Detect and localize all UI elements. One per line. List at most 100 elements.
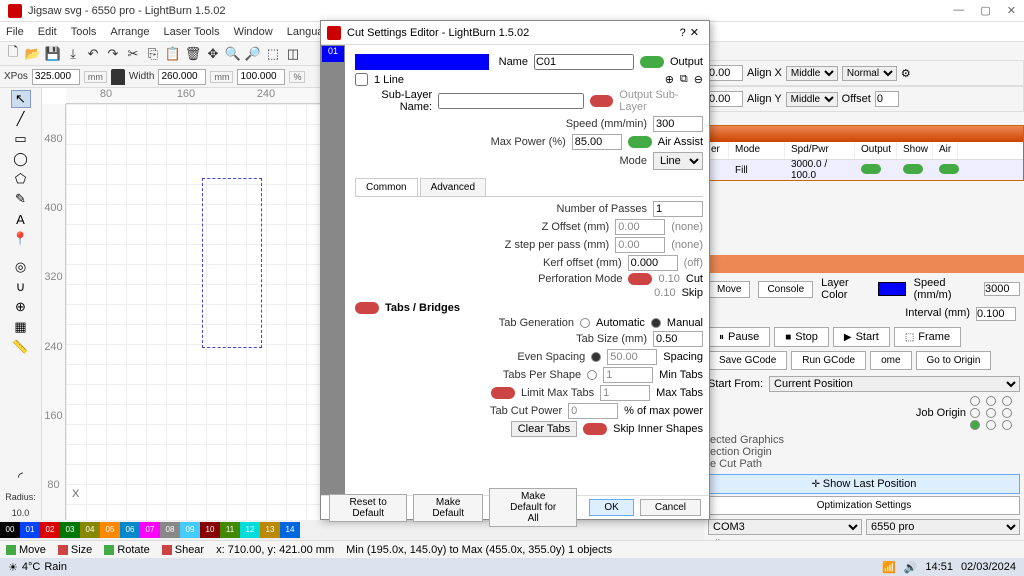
tabs-bridges-toggle[interactable] bbox=[355, 302, 379, 314]
swatch-06[interactable]: 06 bbox=[120, 522, 140, 538]
maximize-icon[interactable]: ▢ bbox=[980, 4, 990, 17]
reset-default-button[interactable]: Reset to Default bbox=[329, 494, 407, 522]
select-tool[interactable]: ↖ bbox=[11, 90, 31, 108]
output-toggle[interactable] bbox=[861, 164, 881, 174]
swatch-08[interactable]: 08 bbox=[160, 522, 180, 538]
edit-nodes-tool[interactable]: ✎ bbox=[11, 190, 31, 208]
start-from-select[interactable]: Current Position bbox=[769, 376, 1020, 392]
paste-icon[interactable]: 📋 bbox=[164, 45, 182, 63]
pct1-input[interactable] bbox=[237, 69, 285, 85]
copy-icon[interactable]: ⎘ bbox=[144, 45, 162, 63]
make-default-button[interactable]: Make Default bbox=[413, 494, 483, 522]
save-gcode-button[interactable]: Save GCode bbox=[708, 351, 787, 370]
auto-radio[interactable] bbox=[580, 318, 590, 328]
swatch-04[interactable]: 04 bbox=[80, 522, 100, 538]
selected-shape[interactable] bbox=[202, 178, 262, 348]
cut-icon[interactable]: ✂ bbox=[124, 45, 142, 63]
layer-selector[interactable]: 01 bbox=[322, 46, 344, 62]
duplicate-icon[interactable]: ⧉ bbox=[680, 73, 688, 86]
perforation-toggle[interactable] bbox=[628, 273, 652, 285]
gear-icon[interactable]: ⚙ bbox=[901, 67, 911, 80]
offset-tool[interactable]: ◎ bbox=[11, 258, 31, 276]
sublayer-input[interactable] bbox=[438, 93, 584, 109]
ok-button[interactable]: OK bbox=[589, 499, 633, 516]
swatch-10[interactable]: 10 bbox=[200, 522, 220, 538]
polygon-tool[interactable]: ⬠ bbox=[11, 170, 31, 188]
tray-wifi-icon[interactable]: 📶 bbox=[882, 561, 896, 574]
show-toggle[interactable] bbox=[903, 164, 923, 174]
manual-radio[interactable] bbox=[651, 318, 661, 328]
weld-tool[interactable]: ∪ bbox=[11, 278, 31, 296]
one-line-checkbox[interactable] bbox=[355, 73, 368, 86]
align-y-select[interactable]: Middle bbox=[786, 92, 838, 107]
kerf-input[interactable] bbox=[628, 255, 678, 271]
optimization-settings-button[interactable]: Optimization Settings bbox=[708, 496, 1020, 515]
line-tool[interactable]: ╱ bbox=[11, 110, 31, 128]
clear-tabs-button[interactable]: Clear Tabs bbox=[511, 421, 577, 437]
open-icon[interactable]: 📂 bbox=[24, 45, 42, 63]
console-tab[interactable]: Console bbox=[758, 281, 813, 298]
frame-icon[interactable]: ⬚ bbox=[264, 45, 282, 63]
undo-icon[interactable]: ↶ bbox=[84, 45, 102, 63]
measure-tool[interactable]: 📏 bbox=[11, 338, 31, 356]
tab-advanced[interactable]: Advanced bbox=[420, 178, 486, 196]
tray-volume-icon[interactable]: 🔊 bbox=[904, 561, 918, 574]
swatch-02[interactable]: 02 bbox=[40, 522, 60, 538]
goto-origin-button[interactable]: Go to Origin bbox=[916, 351, 992, 370]
output-toggle[interactable] bbox=[640, 56, 664, 68]
swatch-11[interactable]: 11 bbox=[220, 522, 240, 538]
rect-tool[interactable]: ▭ bbox=[11, 130, 31, 148]
marker-tool[interactable]: 📍 bbox=[11, 230, 31, 248]
radius-tool[interactable]: ◜ bbox=[11, 468, 31, 486]
swatch-14[interactable]: 14 bbox=[280, 522, 300, 538]
close-icon[interactable]: ✕ bbox=[1007, 4, 1016, 17]
redo-icon[interactable]: ↷ bbox=[104, 45, 122, 63]
pause-button[interactable]: ⏸ Pause bbox=[708, 327, 770, 347]
align-mode-select[interactable]: Normal bbox=[842, 66, 897, 81]
align-val[interactable] bbox=[707, 65, 743, 81]
swatch-09[interactable]: 09 bbox=[180, 522, 200, 538]
ellipse-tool[interactable]: ◯ bbox=[11, 150, 31, 168]
limit-max-toggle[interactable] bbox=[491, 387, 515, 399]
save-icon[interactable]: 💾 bbox=[44, 45, 62, 63]
remove-icon[interactable]: ⊖ bbox=[694, 73, 703, 86]
zoom-in-icon[interactable]: 🔍 bbox=[224, 45, 242, 63]
maxpower-input[interactable] bbox=[572, 134, 622, 150]
menu-tools[interactable]: Tools bbox=[71, 26, 97, 38]
swatch-12[interactable]: 12 bbox=[240, 522, 260, 538]
move-icon[interactable]: ✥ bbox=[204, 45, 222, 63]
lock-icon[interactable] bbox=[111, 69, 125, 85]
array-tool[interactable]: ▦ bbox=[11, 318, 31, 336]
speed-input[interactable] bbox=[984, 282, 1020, 296]
boolean-tool[interactable]: ⊕ bbox=[11, 298, 31, 316]
air-toggle[interactable] bbox=[939, 164, 959, 174]
width-input[interactable] bbox=[158, 69, 206, 85]
tabsize-input[interactable] bbox=[653, 331, 703, 347]
text-tool[interactable]: A bbox=[11, 210, 31, 228]
tab-common[interactable]: Common bbox=[355, 178, 418, 196]
layer-color-swatch[interactable] bbox=[878, 282, 906, 296]
minimize-icon[interactable]: — bbox=[953, 4, 964, 17]
menu-laser[interactable]: Laser Tools bbox=[164, 26, 220, 38]
import-icon[interactable]: ⤓ bbox=[64, 45, 82, 63]
add-icon[interactable]: ⊕ bbox=[665, 73, 674, 86]
swatch-01[interactable]: 01 bbox=[20, 522, 40, 538]
passes-input[interactable] bbox=[653, 201, 703, 217]
zoom-out-icon[interactable]: 🔎 bbox=[244, 45, 262, 63]
show-last-position-button[interactable]: ✛ Show Last Position bbox=[708, 474, 1020, 494]
move-tab[interactable]: Move bbox=[708, 281, 750, 298]
air-assist-toggle[interactable] bbox=[628, 136, 652, 148]
start-button[interactable]: ▶ Start bbox=[833, 327, 890, 347]
mode-select[interactable]: Line bbox=[653, 152, 703, 170]
menu-file[interactable]: File bbox=[6, 26, 24, 38]
swatch-07[interactable]: 07 bbox=[140, 522, 160, 538]
make-default-all-button[interactable]: Make Default for All bbox=[489, 488, 577, 527]
dialog-close-icon[interactable]: ✕ bbox=[686, 26, 703, 39]
job-origin-grid[interactable] bbox=[970, 396, 1016, 430]
stop-button[interactable]: ■ Stop bbox=[774, 327, 829, 347]
new-icon[interactable]: 🗋 bbox=[4, 45, 22, 63]
layer-row[interactable]: Fill 3000.0 / 100.0 bbox=[705, 160, 1023, 180]
swatch-00[interactable]: 00 bbox=[0, 522, 20, 538]
frame-button[interactable]: ⬚ Frame bbox=[894, 327, 961, 347]
cancel-button[interactable]: Cancel bbox=[640, 499, 701, 516]
